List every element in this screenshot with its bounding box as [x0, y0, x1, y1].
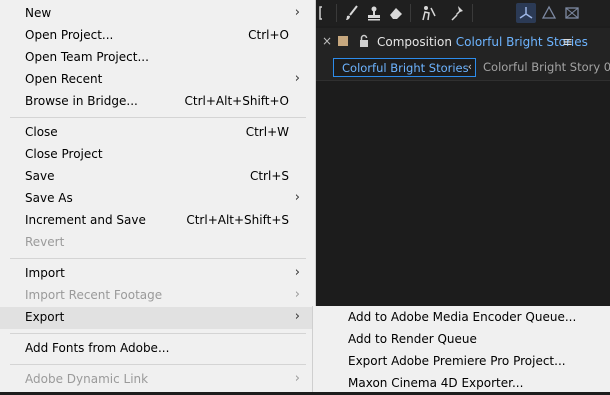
menu-item-open-recent[interactable]: Open Recent › — [0, 69, 315, 91]
submenu-item-export-premiere-pro-project[interactable]: Export Adobe Premiere Pro Project... — [313, 351, 610, 373]
submenu-item-add-to-media-encoder-queue[interactable]: Add to Adobe Media Encoder Queue... — [313, 307, 610, 329]
tab-colorful-bright-stories[interactable]: Colorful Bright Stories ‹ — [333, 58, 476, 77]
axis-view-icon[interactable] — [562, 3, 582, 23]
tools-toolbar — [316, 0, 610, 26]
toolbar-separator — [472, 4, 473, 22]
axis-world-icon[interactable] — [516, 3, 536, 23]
menu-item-shortcut: Ctrl+W — [245, 125, 289, 139]
menu-item-open-project[interactable]: Open Project... Ctrl+O — [0, 25, 315, 47]
menu-item-shortcut: Ctrl+Alt+Shift+O — [184, 94, 289, 108]
composition-title: Composition Colorful Bright Stories — [377, 35, 588, 49]
toolbar-separator — [410, 4, 411, 22]
tab-label: Colorful Bright Stories — [342, 61, 469, 75]
menu-item-label: Open Project... — [25, 28, 114, 42]
file-menu: New › Open Project... Ctrl+O Open Team P… — [0, 0, 316, 392]
menu-item-label: Add Fonts from Adobe... — [25, 341, 170, 355]
lock-icon[interactable] — [358, 33, 370, 47]
brush-icon[interactable] — [342, 3, 362, 23]
menu-item-label: Export — [25, 310, 65, 324]
menu-item-label: Save As — [25, 191, 73, 205]
clone-stamp-icon[interactable] — [364, 3, 384, 23]
menu-separator — [10, 117, 306, 118]
submenu-item-label: Add to Adobe Media Encoder Queue... — [348, 310, 577, 324]
submenu-item-label: Export Adobe Premiere Pro Project... — [348, 354, 566, 368]
submenu-arrow-icon: › — [294, 371, 300, 386]
axis-local-icon[interactable] — [539, 3, 559, 23]
submenu-arrow-icon: › — [294, 71, 300, 86]
close-panel-icon[interactable]: × — [322, 34, 332, 48]
submenu-arrow-icon: › — [294, 287, 300, 302]
composition-tabs: Colorful Bright Stories ‹ Colorful Brigh… — [316, 56, 610, 81]
menu-item-save[interactable]: Save Ctrl+S — [0, 166, 315, 188]
menu-item-revert: Revert — [0, 232, 315, 254]
menu-item-export[interactable]: Export › — [0, 307, 315, 329]
menu-item-label: Adobe Dynamic Link — [25, 372, 149, 386]
menu-item-open-team-project[interactable]: Open Team Project... — [0, 47, 315, 69]
menu-item-label: Import Recent Footage — [25, 288, 163, 302]
submenu-item-add-to-render-queue[interactable]: Add to Render Queue — [313, 329, 610, 351]
menu-item-import[interactable]: Import › — [0, 263, 315, 285]
menu-item-browse-in-bridge[interactable]: Browse in Bridge... Ctrl+Alt+Shift+O — [0, 91, 315, 113]
submenu-arrow-icon: › — [294, 309, 300, 324]
menu-separator — [10, 258, 306, 259]
tab-colorful-bright-story-08[interactable]: Colorful Bright Story 08 — [483, 60, 610, 74]
label-color-swatch — [338, 36, 348, 46]
roto-brush-icon[interactable] — [418, 3, 438, 23]
menu-item-new[interactable]: New › — [0, 3, 315, 25]
toolbar-separator — [336, 4, 337, 22]
menu-separator — [10, 364, 306, 365]
menu-item-add-fonts-from-adobe[interactable]: Add Fonts from Adobe... — [0, 338, 315, 360]
menu-item-label: Revert — [25, 235, 65, 249]
menu-item-label: Open Team Project... — [25, 50, 149, 64]
submenu-item-label: Add to Render Queue — [348, 332, 477, 346]
menu-item-save-as[interactable]: Save As › — [0, 188, 315, 210]
composition-panel-header: × Composition Colorful Bright Stories ≡ — [316, 28, 610, 56]
menu-item-label: Import — [25, 266, 65, 280]
menu-separator — [10, 333, 306, 334]
puppet-pin-icon[interactable] — [448, 3, 468, 23]
composition-title-prefix: Composition — [377, 35, 452, 49]
menu-item-label: Increment and Save — [25, 213, 146, 227]
menu-item-close-project[interactable]: Close Project — [0, 144, 315, 166]
menu-item-adobe-dynamic-link: Adobe Dynamic Link › — [0, 369, 315, 391]
menu-item-label: Open Recent — [25, 72, 103, 86]
eraser-icon[interactable] — [386, 3, 406, 23]
submenu-arrow-icon: › — [294, 190, 300, 205]
menu-item-label: Browse in Bridge... — [25, 94, 138, 108]
chevron-left-icon[interactable]: ‹ — [468, 60, 472, 73]
menu-item-import-recent-footage: Import Recent Footage › — [0, 285, 315, 307]
submenu-arrow-icon: › — [294, 5, 300, 20]
menu-item-label: Save — [25, 169, 55, 183]
menu-item-close[interactable]: Close Ctrl+W — [0, 122, 315, 144]
menu-item-label: Close — [25, 125, 58, 139]
bracket-icon[interactable] — [316, 3, 336, 23]
menu-item-shortcut: Ctrl+O — [248, 28, 289, 42]
menu-item-shortcut: Ctrl+S — [249, 169, 289, 183]
menu-item-increment-and-save[interactable]: Increment and Save Ctrl+Alt+Shift+S — [0, 210, 315, 232]
submenu-item-label: Maxon Cinema 4D Exporter... — [348, 376, 524, 390]
menu-item-label: Close Project — [25, 147, 103, 161]
menu-item-shortcut: Ctrl+Alt+Shift+S — [186, 213, 289, 227]
export-submenu: Add to Adobe Media Encoder Queue... Add … — [312, 306, 610, 392]
panel-menu-icon[interactable]: ≡ — [562, 35, 573, 50]
menu-item-label: New — [25, 6, 52, 20]
submenu-arrow-icon: › — [294, 265, 300, 280]
